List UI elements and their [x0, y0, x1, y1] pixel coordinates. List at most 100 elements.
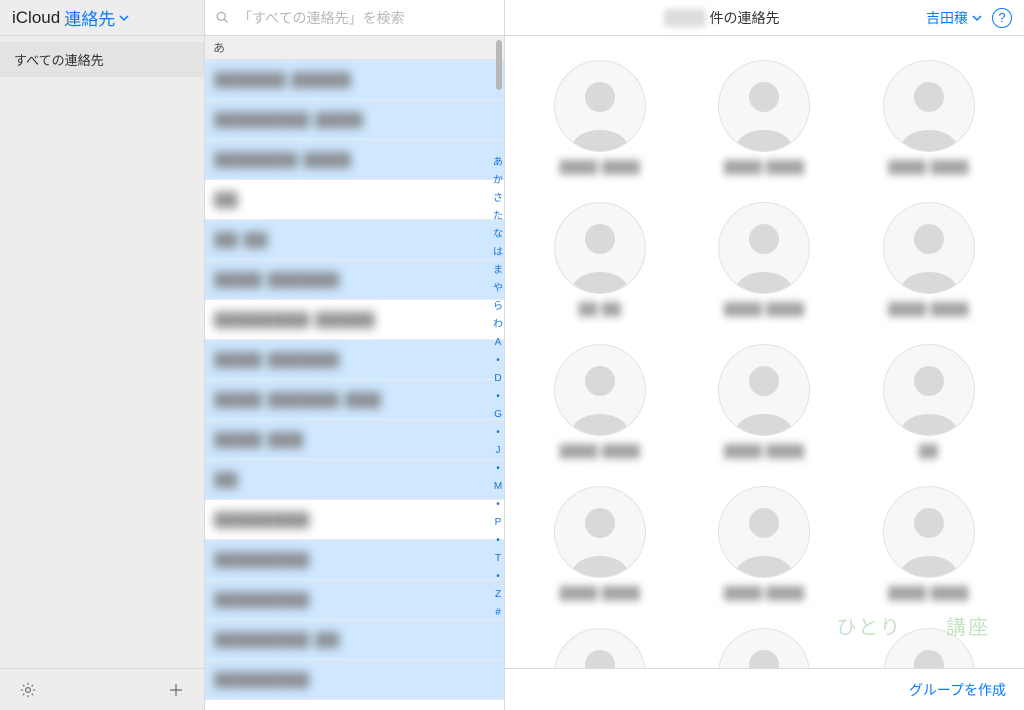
contact-card[interactable]: ██ — [864, 344, 994, 458]
section-header: あ — [205, 36, 504, 60]
index-letter[interactable]: • — [496, 426, 500, 440]
contact-name: ████ ███ — [215, 432, 304, 448]
index-letter[interactable]: な — [493, 228, 503, 242]
avatar — [718, 486, 810, 578]
index-letter[interactable]: • — [496, 534, 500, 548]
contact-name: ██ ██ — [215, 232, 269, 248]
index-letter[interactable]: M — [494, 480, 502, 494]
contact-row[interactable]: ████ ██████ — [205, 260, 504, 300]
contact-card[interactable]: ████ ████ — [535, 486, 665, 600]
plus-icon — [167, 681, 185, 699]
index-letter[interactable]: • — [496, 390, 500, 404]
contact-row[interactable]: ████████ ████ — [205, 100, 504, 140]
contact-row[interactable]: ████ ███ — [205, 420, 504, 460]
contact-card[interactable]: ████ ████ — [699, 344, 829, 458]
scrollbar-thumb[interactable] — [496, 40, 502, 90]
contact-name: ████████ — [215, 592, 310, 608]
contact-name: ████████ — [215, 512, 310, 528]
account-menu[interactable]: 吉田穣 — [926, 8, 982, 28]
avatar — [718, 202, 810, 294]
index-letter[interactable]: ら — [493, 300, 503, 314]
settings-button[interactable] — [16, 678, 40, 702]
search-input[interactable] — [238, 10, 494, 26]
index-letter[interactable]: さ — [493, 192, 503, 206]
index-letter[interactable]: • — [496, 498, 500, 512]
index-letter[interactable]: わ — [493, 318, 503, 332]
contact-row[interactable]: ████████ █████ — [205, 300, 504, 340]
contact-name: ██████ █████ — [215, 72, 352, 88]
index-letter[interactable]: Z — [495, 588, 501, 602]
index-letter[interactable]: J — [496, 444, 501, 458]
index-letter[interactable]: A — [495, 336, 502, 350]
contact-row[interactable]: ████████ — [205, 500, 504, 540]
contact-card[interactable]: ████ ████ — [535, 344, 665, 458]
avatar — [883, 486, 975, 578]
contact-card[interactable]: ████ ████ — [535, 60, 665, 174]
index-letter[interactable]: # — [495, 606, 501, 620]
contact-card[interactable]: ████ — [535, 628, 665, 668]
detail-footer: グループを作成 — [505, 668, 1024, 710]
add-button[interactable] — [164, 678, 188, 702]
contact-row[interactable]: ████████ ██ — [205, 620, 504, 660]
contact-card[interactable]: ████ — [864, 628, 994, 668]
contact-row[interactable]: ██ ██ — [205, 220, 504, 260]
contact-card[interactable]: ████ ████ — [864, 60, 994, 174]
contact-row[interactable]: ████████ — [205, 660, 504, 700]
contact-row[interactable]: ██████ █████ — [205, 60, 504, 100]
contact-name: ████ ██████ ███ — [215, 392, 382, 408]
contact-grid: ████ ████████ ████████ ██████ ██████ ███… — [505, 36, 1024, 668]
alpha-index: あかさたなはまやらわA • D • G • J • M • P • T • Z # — [493, 156, 503, 620]
contact-row[interactable]: ████ ██████ ███ — [205, 380, 504, 420]
avatar — [718, 628, 810, 668]
contact-row[interactable]: ███████ ████ — [205, 140, 504, 180]
index-letter[interactable]: ま — [493, 264, 503, 278]
contact-card[interactable]: ████ ████ — [699, 486, 829, 600]
chevron-down-icon — [972, 14, 982, 22]
create-group-button[interactable]: グループを作成 — [909, 680, 1006, 700]
contact-row[interactable]: ████ ██████ — [205, 340, 504, 380]
index-letter[interactable]: か — [493, 174, 503, 188]
card-name: ████ ████ — [724, 160, 804, 174]
account-name: 吉田穣 — [926, 8, 968, 28]
app-switcher[interactable]: 連絡先 — [64, 5, 129, 30]
contact-row[interactable]: ████████ — [205, 540, 504, 580]
contact-card[interactable]: ████ ████ — [864, 486, 994, 600]
index-letter[interactable]: • — [496, 354, 500, 368]
index-letter[interactable]: • — [496, 462, 500, 476]
contact-card[interactable]: ██ ██ — [535, 202, 665, 316]
contact-name: ███████ ████ — [215, 152, 352, 168]
contact-row[interactable]: ██ — [205, 460, 504, 500]
contact-count: 件の連絡先 — [517, 8, 926, 28]
contact-name: ██ — [215, 192, 239, 208]
contact-count-number — [664, 9, 706, 27]
contact-card[interactable]: ████ ████ — [864, 202, 994, 316]
card-name: ██ — [919, 444, 938, 458]
search-icon — [215, 10, 230, 25]
index-letter[interactable]: た — [493, 210, 503, 224]
index-letter[interactable]: は — [493, 246, 503, 260]
index-letter[interactable]: あ — [493, 156, 503, 170]
index-letter[interactable]: • — [496, 570, 500, 584]
index-letter[interactable]: や — [493, 282, 503, 296]
contact-row[interactable]: ██ — [205, 180, 504, 220]
app-switcher-label: 連絡先 — [64, 5, 115, 30]
contact-card[interactable]: ████ ████ — [699, 202, 829, 316]
index-letter[interactable]: T — [495, 552, 501, 566]
avatar — [554, 628, 646, 668]
sidebar-footer — [0, 668, 204, 710]
app-root: iCloud 連絡先 すべての連絡先 — [0, 0, 1024, 710]
contact-card[interactable]: ████ — [699, 628, 829, 668]
card-name: ████ ████ — [889, 302, 969, 316]
contact-card[interactable]: ████ ████ — [699, 60, 829, 174]
avatar — [883, 628, 975, 668]
group-all-contacts[interactable]: すべての連絡先 — [0, 42, 204, 77]
card-name: ████ ████ — [724, 302, 804, 316]
index-letter[interactable]: P — [495, 516, 502, 530]
contact-row[interactable]: ████████ — [205, 580, 504, 620]
index-letter[interactable]: G — [494, 408, 502, 422]
contact-count-label: 件の連絡先 — [710, 8, 780, 28]
help-button[interactable]: ? — [992, 8, 1012, 28]
contact-list[interactable]: あ ██████ █████████████ ███████████ █████… — [205, 36, 504, 710]
card-name: ████ ████ — [724, 444, 804, 458]
index-letter[interactable]: D — [494, 372, 501, 386]
